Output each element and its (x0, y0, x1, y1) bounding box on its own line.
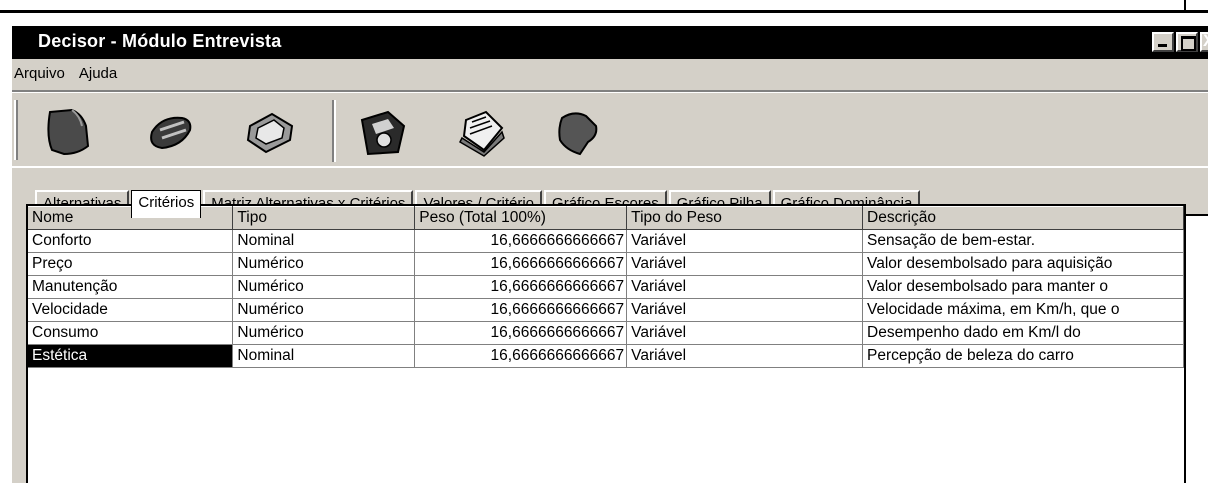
table-row[interactable]: Conforto Nominal 16,6666666666667 Variáv… (28, 229, 1184, 253)
page-icon (47, 108, 90, 156)
column-header-tipo[interactable]: Tipo (232, 206, 416, 230)
cell-tipo-peso[interactable]: Variável (626, 298, 864, 322)
criteria-table: Nome Tipo Peso (Total 100%) Tipo do Peso… (28, 206, 1184, 368)
title-bar[interactable]: Decisor - Módulo Entrevista X (12, 26, 1208, 59)
cell-tipo-peso[interactable]: Variável (626, 275, 864, 299)
cell-peso[interactable]: 16,6666666666667 (414, 252, 628, 276)
toolbar (12, 90, 1208, 168)
save-button[interactable] (352, 104, 412, 160)
close-icon: X (1203, 34, 1208, 50)
toolbar-grip[interactable] (14, 100, 18, 160)
cell-tipo-peso[interactable]: Variável (626, 344, 864, 368)
cell-tipo[interactable]: Nominal (232, 344, 416, 368)
cell-descricao[interactable]: Desempenho dado em Km/l do (862, 321, 1184, 345)
minimize-button[interactable] (1152, 32, 1174, 52)
toolbar-separator (332, 100, 336, 162)
menu-arquivo[interactable]: Arquivo (14, 65, 65, 82)
notepad-icon (459, 110, 505, 157)
table-row[interactable]: Velocidade Numérico 16,6666666666667 Var… (28, 298, 1184, 322)
cell-tipo[interactable]: Numérico (232, 252, 416, 276)
cell-peso[interactable]: 16,6666666666667 (414, 298, 628, 322)
menu-bar: Arquivo Ajuda (12, 59, 1208, 87)
cell-peso[interactable]: 16,6666666666667 (414, 344, 628, 368)
cell-peso[interactable]: 16,6666666666667 (414, 321, 628, 345)
table-row[interactable]: Estética Nominal 16,6666666666667 Variáv… (28, 344, 1184, 368)
table-row[interactable]: Manutenção Numérico 16,6666666666667 Var… (28, 275, 1184, 299)
eraser-icon (246, 112, 294, 154)
maximize-button[interactable] (1176, 32, 1198, 52)
brush-icon (558, 112, 598, 156)
window-title: Decisor - Módulo Entrevista (38, 31, 282, 51)
cell-tipo[interactable]: Numérico (232, 275, 416, 299)
close-button[interactable]: X (1200, 32, 1208, 52)
save-disk-icon (360, 110, 406, 156)
menu-ajuda[interactable]: Ajuda (79, 65, 117, 82)
brush-button[interactable] (548, 104, 608, 160)
criteria-grid[interactable]: Nome Tipo Peso (Total 100%) Tipo do Peso… (26, 204, 1186, 483)
pencil-icon (150, 116, 192, 150)
tab-criterios[interactable]: Critérios (131, 190, 202, 218)
report-button[interactable] (452, 104, 512, 160)
table-row[interactable]: Consumo Numérico 16,6666666666667 Variáv… (28, 321, 1184, 345)
column-header-descricao[interactable]: Descrição (862, 206, 1184, 230)
cell-peso[interactable]: 16,6666666666667 (414, 275, 628, 299)
cell-tipo[interactable]: Nominal (232, 229, 416, 253)
cell-nome-selected[interactable]: Estética (28, 344, 234, 368)
table-header-row: Nome Tipo Peso (Total 100%) Tipo do Peso… (28, 206, 1184, 230)
column-header-peso[interactable]: Peso (Total 100%) (414, 206, 628, 230)
cell-tipo-peso[interactable]: Variável (626, 321, 864, 345)
cell-descricao[interactable]: Velocidade máxima, em Km/h, que o (862, 298, 1184, 322)
cell-descricao[interactable]: Valor desembolsado para manter o (862, 275, 1184, 299)
column-header-tipo-peso[interactable]: Tipo do Peso (626, 206, 864, 230)
delete-button[interactable] (240, 104, 300, 160)
cell-peso[interactable]: 16,6666666666667 (414, 229, 628, 253)
table-row[interactable]: Preço Numérico 16,6666666666667 Variável… (28, 252, 1184, 276)
cell-tipo[interactable]: Numérico (232, 298, 416, 322)
corner-mark (1184, 0, 1208, 12)
new-page-button[interactable] (38, 104, 98, 160)
cell-nome[interactable]: Velocidade (28, 298, 234, 322)
cell-descricao[interactable]: Percepção de beleza do carro (862, 344, 1184, 368)
cell-tipo-peso[interactable]: Variável (626, 229, 864, 253)
cell-nome[interactable]: Consumo (28, 321, 234, 345)
edit-button[interactable] (140, 104, 200, 160)
window-controls: X (1152, 32, 1208, 52)
cell-nome[interactable]: Conforto (28, 229, 234, 253)
cell-tipo-peso[interactable]: Variável (626, 252, 864, 276)
cell-descricao[interactable]: Sensação de bem-estar. (862, 229, 1184, 253)
top-rule (0, 10, 1208, 13)
cell-nome[interactable]: Manutenção (28, 275, 234, 299)
cell-descricao[interactable]: Valor desembolsado para aquisição (862, 252, 1184, 276)
cell-tipo[interactable]: Numérico (232, 321, 416, 345)
cell-nome[interactable]: Preço (28, 252, 234, 276)
